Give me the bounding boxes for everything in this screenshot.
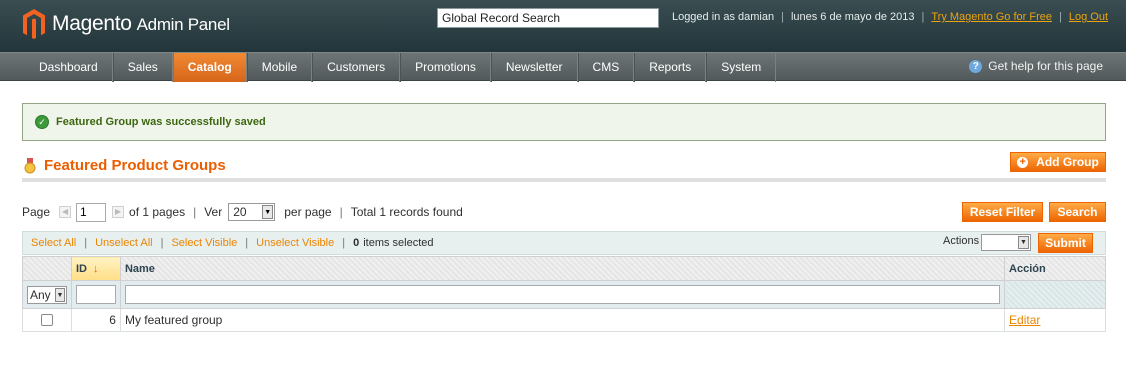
page-number-input[interactable]	[76, 202, 107, 222]
separator: |	[781, 11, 784, 23]
add-group-label: Add Group	[1036, 155, 1099, 169]
nav-item-dashboard[interactable]: Dashboard	[25, 53, 113, 82]
selected-count: 0	[353, 237, 360, 249]
actions-label: Actions	[943, 235, 980, 247]
filter-row: Any ▼	[22, 280, 1106, 309]
help-link[interactable]: ? Get help for this page	[969, 59, 1103, 73]
brand-name: Magento	[52, 12, 132, 35]
per-page-value: 20	[233, 205, 247, 219]
brand-suffix: Admin Panel	[136, 15, 230, 34]
row-checkbox-cell	[22, 308, 72, 332]
separator: |	[339, 205, 343, 219]
nav-item-system[interactable]: System	[706, 53, 777, 82]
unselect-all-link[interactable]: Unselect All	[95, 237, 152, 249]
chevron-down-icon: ▼	[262, 205, 274, 219]
success-check-icon: ✓	[35, 115, 49, 129]
add-group-button[interactable]: + Add Group	[1010, 152, 1106, 172]
logo-text: Magento Admin Panel	[52, 12, 230, 36]
select-visible-link[interactable]: Select Visible	[171, 237, 237, 249]
nav-item-promotions[interactable]: Promotions	[400, 53, 491, 82]
name-filter-input[interactable]	[124, 285, 1001, 304]
selected-label: items selected	[363, 237, 434, 249]
help-icon: ?	[969, 59, 983, 73]
chevron-down-icon: ▼	[1018, 236, 1029, 249]
page-title: Featured Product Groups	[44, 157, 226, 174]
success-message: ✓ Featured Group was successfully saved	[22, 103, 1106, 141]
total-records-text: Total 1 records found	[350, 205, 463, 219]
view-label: Ver	[204, 205, 223, 219]
separator: |	[193, 205, 197, 219]
next-page-icon[interactable]: ▶	[112, 206, 125, 218]
separator: |	[342, 237, 346, 249]
grid-header-row: ID ↓ Name Acción	[22, 256, 1106, 281]
success-message-text: Featured Group was successfully saved	[56, 116, 266, 128]
select-all-link[interactable]: Select All	[31, 237, 76, 249]
logout-link[interactable]: Log Out	[1069, 11, 1108, 23]
logged-in-text: Logged in as damian	[671, 11, 775, 23]
header: MagentoAdmin Panel Logged in as damian |…	[0, 0, 1126, 52]
separator: |	[245, 237, 249, 249]
help-label: Get help for this page	[988, 59, 1103, 73]
actions-select[interactable]: ▼	[981, 234, 1031, 251]
separator: |	[160, 237, 164, 249]
edit-link[interactable]: Editar	[1009, 313, 1040, 327]
magento-logo[interactable]: Magento Admin Panel	[22, 6, 230, 42]
plus-icon: +	[1017, 156, 1029, 168]
id-filter-input[interactable]	[76, 285, 116, 304]
unselect-visible-link[interactable]: Unselect Visible	[256, 237, 334, 249]
page-header: Featured Product Groups + Add Group	[22, 152, 1106, 182]
row-name: My featured group	[119, 308, 1006, 332]
column-header-name[interactable]: Name	[119, 256, 1006, 281]
magento-logo-icon	[22, 8, 46, 40]
date-text: lunes 6 de mayo de 2013	[790, 11, 915, 23]
nav-item-cms[interactable]: CMS	[577, 53, 635, 82]
row-id: 6	[71, 308, 121, 332]
per-page-select[interactable]: 20 ▼	[228, 203, 276, 221]
search-button[interactable]: Search	[1049, 202, 1106, 222]
row-action-cell: Editar	[1004, 308, 1106, 332]
column-header-checkbox	[22, 256, 72, 281]
filter-action-cell	[1004, 280, 1106, 309]
nav-item-reports[interactable]: Reports	[634, 53, 707, 82]
submit-button[interactable]: Submit	[1038, 233, 1093, 253]
massaction-bar: Select All | Unselect All | Select Visib…	[22, 231, 1106, 255]
sort-desc-icon: ↓	[93, 262, 99, 275]
filter-name-cell	[119, 280, 1006, 309]
of-pages-text: of 1 pages	[129, 205, 186, 219]
separator: |	[84, 237, 88, 249]
try-magento-go-link[interactable]: Try Magento Go for Free	[931, 11, 1052, 23]
filter-id-cell	[71, 280, 121, 309]
page-label: Page	[22, 205, 51, 219]
table-row: 6 My featured group Editar	[22, 308, 1106, 332]
header-links: Logged in as damian | lunes 6 de mayo de…	[672, 11, 1108, 23]
nav-item-mobile[interactable]: Mobile	[246, 53, 313, 82]
chevron-down-icon: ▼	[55, 287, 65, 302]
separator: |	[921, 11, 925, 23]
any-filter-select[interactable]: Any ▼	[27, 285, 67, 304]
separator: |	[1059, 11, 1062, 23]
medal-icon	[24, 158, 36, 174]
pager: Page ◀ ▶ of 1 pages | Ver 20 ▼ per page …	[22, 202, 463, 222]
row-checkbox[interactable]	[41, 314, 53, 326]
column-id-label: ID	[76, 262, 87, 275]
column-header-id[interactable]: ID ↓	[71, 256, 121, 281]
nav-item-sales[interactable]: Sales	[112, 53, 173, 82]
global-search-input[interactable]	[437, 8, 659, 28]
per-page-label: per page	[284, 205, 332, 219]
reset-filter-button[interactable]: Reset Filter	[962, 202, 1043, 222]
column-header-action: Acción	[1004, 256, 1106, 281]
filter-checkbox-cell: Any ▼	[22, 280, 72, 309]
nav-item-customers[interactable]: Customers	[312, 53, 401, 82]
any-filter-value: Any	[30, 287, 51, 302]
nav-item-newsletter[interactable]: Newsletter	[490, 53, 578, 82]
nav-item-catalog[interactable]: Catalog	[172, 53, 247, 82]
groups-grid: ID ↓ Name Acción Any ▼ 6 My featured grou…	[22, 256, 1106, 332]
prev-page-icon[interactable]: ◀	[59, 206, 72, 218]
main-nav: Dashboard Sales Catalog Mobile Customers…	[0, 52, 1126, 82]
